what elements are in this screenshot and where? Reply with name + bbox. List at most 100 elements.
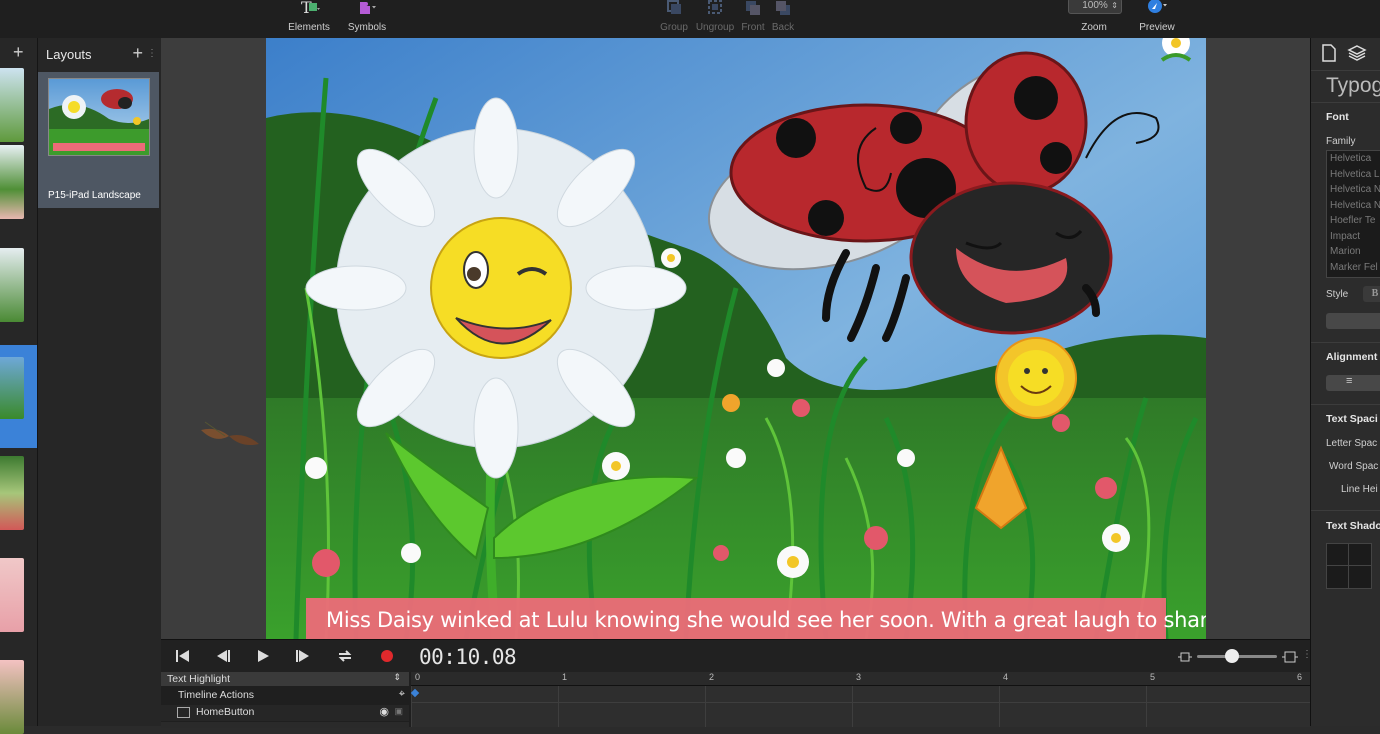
butterfly-graphic[interactable]: [195, 418, 265, 458]
zoom-in-timeline-icon[interactable]: [1282, 651, 1298, 663]
panel-options-icon[interactable]: ⋮: [147, 48, 157, 59]
word-spacing-label: Word Spac: [1329, 461, 1379, 472]
page-thumbnail[interactable]: [0, 456, 24, 530]
caption-text[interactable]: Miss Daisy winked at Lulu knowing she wo…: [326, 608, 1206, 632]
font-option[interactable]: Marker Fel: [1327, 260, 1380, 276]
back-button[interactable]: Back: [768, 0, 798, 38]
page-thumbnail[interactable]: [0, 145, 24, 219]
step-forward-icon[interactable]: [293, 647, 313, 665]
track-row[interactable]: Timeline Actions ⌖: [161, 688, 409, 704]
current-time[interactable]: 00:10.08: [419, 645, 517, 669]
zoom-value: 100%: [1082, 0, 1108, 11]
group-button[interactable]: Group: [658, 0, 690, 38]
zoom-out-timeline-icon[interactable]: [1177, 651, 1193, 663]
ungroup-icon: [708, 0, 722, 14]
text-spacing-section-title: Text Spaci: [1326, 413, 1378, 425]
line-height-label: Line Hei: [1341, 484, 1378, 495]
record-icon[interactable]: [377, 647, 397, 665]
slider-thumb[interactable]: [1225, 649, 1239, 663]
layouts-title: Layouts: [46, 47, 92, 62]
timeline-tracks-area[interactable]: [410, 686, 1310, 727]
document-tab-icon[interactable]: [1321, 44, 1337, 62]
canvas-area[interactable]: Miss Daisy winked at Lulu knowing she wo…: [161, 38, 1310, 639]
text-shadow-section-title: Text Shado: [1326, 520, 1380, 532]
family-label: Family: [1326, 136, 1356, 147]
group-label: Group: [660, 22, 688, 33]
pages-panel: +: [0, 38, 38, 734]
add-page-button[interactable]: +: [13, 42, 24, 63]
chevron-updown-icon[interactable]: ⇕: [393, 672, 401, 683]
font-family-list[interactable]: Helvetica Helvetica L Helvetica N Helvet…: [1326, 150, 1380, 278]
visibility-eye-icon[interactable]: ◉: [379, 705, 389, 718]
preview-button[interactable]: Preview: [1134, 0, 1180, 38]
symbols-button[interactable]: Symbols: [340, 0, 394, 38]
step-back-icon[interactable]: [213, 647, 233, 665]
zoom-control[interactable]: 100% ⇕ Zoom: [1066, 0, 1122, 38]
style-label: Style: [1326, 289, 1349, 300]
loop-icon[interactable]: [335, 647, 355, 665]
transport-bar: 00:10.08 ⋮: [161, 640, 1312, 672]
send-back-icon: [776, 1, 790, 15]
layout-item[interactable]: P15-iPad Landscape: [38, 72, 159, 208]
scene-illustration[interactable]: [266, 38, 1206, 639]
track-row[interactable]: [161, 722, 409, 728]
track-row[interactable]: HomeButton ◉ ▣: [161, 705, 409, 721]
ruler-mark: 5: [1150, 672, 1156, 682]
layouts-panel: Layouts + ⋮ P15-iPad Landscape: [38, 38, 162, 726]
home-button-graphic[interactable]: [1160, 38, 1192, 62]
inspector-title: Typog: [1326, 74, 1380, 97]
toolbar: T Elements Symbols Group Ungroup Front B…: [0, 0, 1380, 39]
compass-icon: [1148, 0, 1167, 13]
layers-tab-icon[interactable]: [1347, 44, 1367, 62]
track-label: Timeline Actions: [178, 689, 255, 701]
ruler-mark: 3: [856, 672, 862, 682]
timeline-options-icon[interactable]: ⋮: [1302, 649, 1312, 660]
add-keyframe-icon[interactable]: ⌖: [399, 688, 405, 701]
add-layout-button[interactable]: +: [132, 43, 143, 64]
selected-page-highlight[interactable]: [0, 345, 37, 448]
alignment-section-title: Alignment: [1326, 351, 1378, 363]
play-icon[interactable]: [253, 647, 273, 665]
lock-icon[interactable]: ▣: [394, 706, 403, 717]
page-thumbnail[interactable]: [0, 68, 24, 142]
layout-label: P15-iPad Landscape: [48, 190, 141, 201]
align-control[interactable]: ≡: [1326, 375, 1380, 391]
page-thumbnail[interactable]: [0, 660, 24, 734]
back-label: Back: [771, 22, 795, 33]
font-option[interactable]: Helvetica N: [1327, 198, 1380, 214]
elements-icon: T: [301, 0, 320, 16]
page-thumbnail[interactable]: [0, 558, 24, 632]
font-option[interactable]: Helvetica N: [1327, 182, 1380, 198]
font-option[interactable]: Impact: [1327, 229, 1380, 245]
align-center-icon[interactable]: ≡: [1346, 375, 1352, 387]
font-option[interactable]: Helvetica: [1327, 151, 1380, 167]
font-option[interactable]: Marion: [1327, 244, 1380, 260]
preview-label: Preview: [1139, 22, 1175, 33]
selected-track-label: Text Highlight: [167, 673, 231, 685]
image-icon: [177, 707, 190, 718]
shadow-offset-pad[interactable]: [1326, 543, 1372, 589]
ruler-mark: 1: [562, 672, 568, 682]
inspector-panel: Typog Font Family Helvetica Helvetica L …: [1310, 38, 1380, 726]
ungroup-button[interactable]: Ungroup: [694, 0, 736, 38]
front-button[interactable]: Front: [738, 0, 768, 38]
elements-button[interactable]: T Elements: [280, 0, 338, 38]
timeline-zoom-slider[interactable]: [1197, 649, 1277, 663]
track-label: HomeButton: [196, 706, 255, 718]
zoom-label: Zoom: [1081, 22, 1107, 33]
zoom-stepper-icon[interactable]: ⇕: [1111, 0, 1118, 13]
font-option[interactable]: Hoefler Te: [1327, 213, 1380, 229]
letter-spacing-label: Letter Spac: [1326, 438, 1378, 449]
symbols-icon: [360, 2, 376, 14]
page-scene[interactable]: Miss Daisy winked at Lulu knowing she wo…: [266, 38, 1206, 639]
time-ruler[interactable]: 0 1 2 3 4 5 6: [411, 672, 1310, 686]
style-dropdown[interactable]: [1326, 313, 1380, 329]
font-section-title: Font: [1326, 111, 1349, 123]
skip-to-start-icon[interactable]: [173, 647, 193, 665]
zoom-field[interactable]: 100% ⇕: [1068, 0, 1122, 14]
font-option[interactable]: Helvetica L: [1327, 167, 1380, 183]
track-selector[interactable]: Text Highlight ⇕: [161, 672, 409, 686]
page-thumbnail[interactable]: [0, 357, 24, 419]
bold-button[interactable]: B: [1363, 286, 1380, 302]
page-thumbnail[interactable]: [0, 248, 24, 322]
